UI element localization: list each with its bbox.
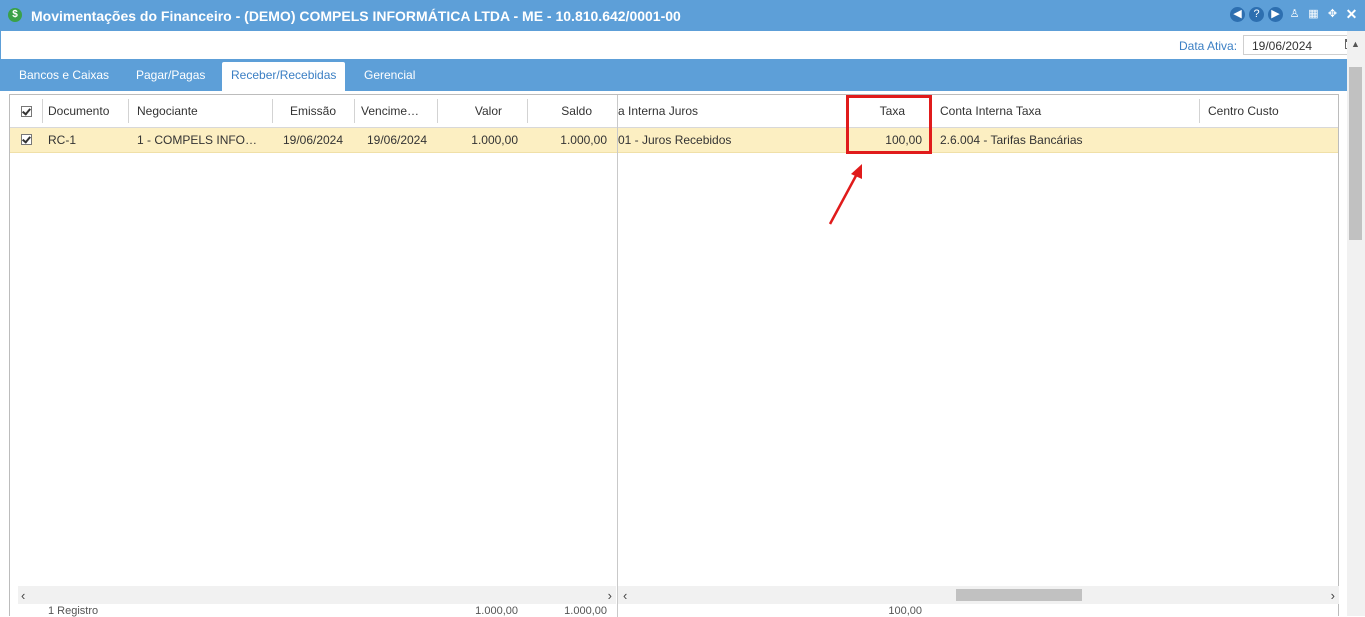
tab-receber-recebidas[interactable]: Receber/Recebidas	[222, 62, 346, 91]
title-bar: $ Movimentações do Financeiro - (DEMO) C…	[0, 0, 1365, 31]
data-grid: Documento Negociante Emissão Vencime… Va…	[9, 94, 1339, 617]
active-date-field[interactable]: 19/06/2024	[1243, 35, 1349, 55]
cell-centro-custo	[1208, 128, 1328, 152]
scrollbar-thumb[interactable]	[1349, 67, 1362, 240]
user-icon[interactable]: ♙	[1287, 7, 1302, 22]
footer-total-taxa: 100,00	[888, 605, 922, 617]
calendar-icon[interactable]: ▦	[1306, 7, 1321, 22]
col-header-vencimento[interactable]: Vencime…	[361, 95, 437, 127]
play-icon[interactable]: ▶	[1268, 7, 1283, 22]
col-header-negociante[interactable]: Negociante	[137, 95, 271, 127]
select-all-checkbox[interactable]	[21, 106, 32, 117]
dollar-icon: $	[8, 8, 22, 22]
scroll-right-icon[interactable]: ›	[608, 588, 612, 603]
footer-count: 1 Registro	[48, 605, 99, 617]
col-header-emissao[interactable]: Emissão	[272, 95, 354, 127]
tab-pagar-pagas[interactable]: Pagar/Pagas	[127, 62, 214, 89]
column-separator	[42, 99, 43, 123]
scroll-up-icon[interactable]: ▲	[1351, 39, 1360, 49]
col-header-centro-custo[interactable]: Centro Custo	[1208, 95, 1328, 127]
cell-documento: RC-1	[48, 133, 77, 147]
active-date-label: Data Ativa:	[1179, 39, 1238, 53]
window-controls: ◀ ? ▶ ♙ ▦ ✥ ✕	[1230, 7, 1359, 22]
scrollbar-thumb[interactable]	[956, 589, 1082, 601]
scroll-left-icon[interactable]: ‹	[623, 588, 627, 603]
column-separator	[1199, 99, 1200, 123]
frozen-column-splitter[interactable]	[617, 95, 618, 617]
arrow-shaft	[828, 171, 860, 225]
vertical-scrollbar[interactable]: ▲	[1347, 31, 1365, 616]
right-horizontal-scrollbar[interactable]: ‹ ›	[618, 586, 1339, 604]
help-icon[interactable]: ?	[1249, 7, 1264, 22]
tab-bancos-caixas[interactable]: Bancos e Caixas	[10, 62, 118, 89]
cell-valor: 1.000,00	[471, 133, 518, 147]
column-separator	[354, 99, 355, 123]
row-checkbox[interactable]	[21, 134, 32, 145]
left-horizontal-scrollbar[interactable]: ‹ ›	[18, 586, 616, 604]
footer-total-valor: 1.000,00	[475, 605, 518, 617]
cell-saldo: 1.000,00	[560, 133, 607, 147]
col-header-documento[interactable]: Documento	[48, 95, 128, 127]
column-separator	[128, 99, 129, 123]
taxa-highlight-box	[846, 95, 932, 154]
scroll-right-icon[interactable]: ›	[1331, 588, 1335, 603]
cell-vencimento: 19/06/2024	[366, 133, 428, 147]
back-icon[interactable]: ◀	[1230, 7, 1245, 22]
window-title: Movimentações do Financeiro - (DEMO) COM…	[31, 8, 681, 24]
tab-gerencial[interactable]: Gerencial	[355, 62, 424, 89]
active-date-bar: Data Ativa: 19/06/2024	[0, 31, 1365, 59]
col-header-saldo[interactable]: Saldo	[527, 95, 592, 127]
col-header-conta-interna-taxa[interactable]: Conta Interna Taxa	[940, 95, 1190, 127]
restore-icon[interactable]: ✥	[1325, 7, 1340, 22]
table-row[interactable]: RC-1 1 - COMPELS INFO… 19/06/2024 19/06/…	[10, 128, 1338, 153]
cell-conta-interna-taxa: 2.6.004 - Tarifas Bancárias	[940, 133, 1083, 147]
annotation-arrow	[828, 164, 862, 225]
footer-total-saldo: 1.000,00	[564, 605, 607, 617]
col-header-conta-interna-juros[interactable]: a Interna Juros	[618, 95, 838, 127]
close-icon[interactable]: ✕	[1344, 7, 1359, 22]
scroll-left-icon[interactable]: ‹	[21, 588, 25, 603]
cell-emissao: 19/06/2024	[282, 133, 344, 147]
col-header-valor[interactable]: Valor	[437, 95, 502, 127]
tab-bar: Bancos e Caixas Pagar/Pagas Receber/Rece…	[0, 59, 1347, 91]
cell-conta-interna-juros: 01 - Juros Recebidos	[618, 133, 732, 147]
cell-negociante: 1 - COMPELS INFO…	[137, 133, 258, 147]
